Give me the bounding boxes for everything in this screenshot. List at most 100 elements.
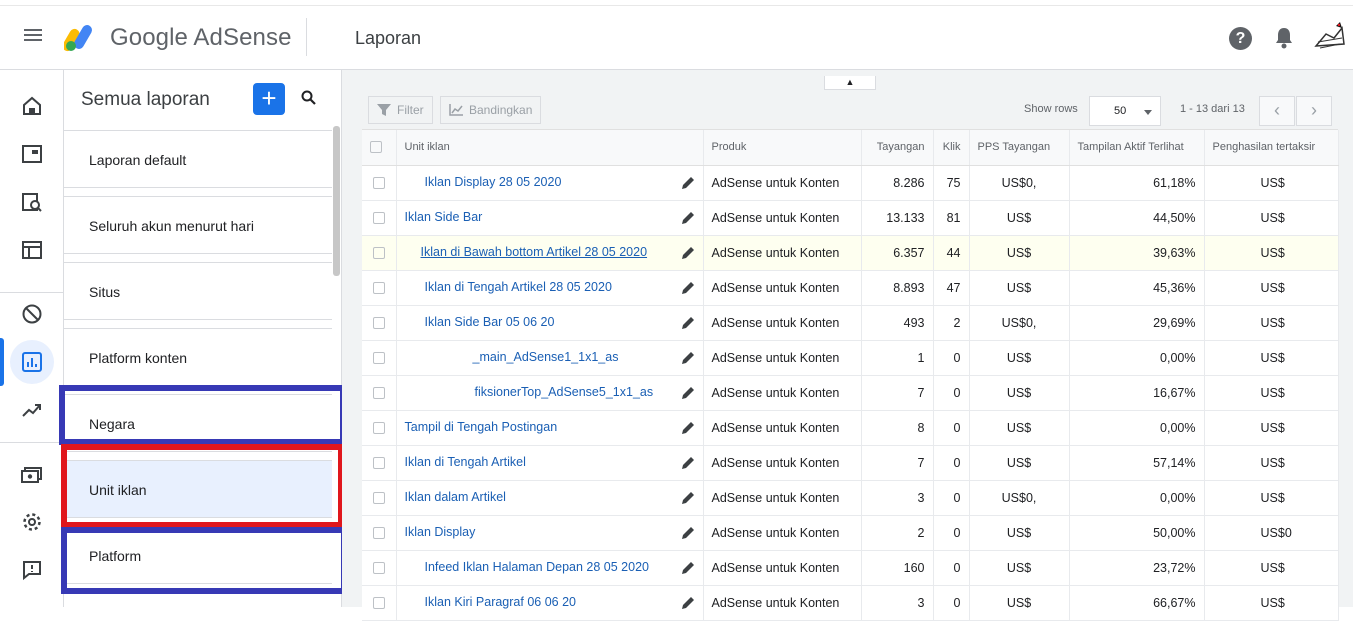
ad-unit-link[interactable]: _main_AdSense1_1x1_as: [405, 350, 619, 364]
ad-unit-link[interactable]: Iklan di Bawah bottom Artikel 28 05 2020: [405, 245, 648, 259]
next-page-button[interactable]: ›: [1296, 96, 1332, 126]
ad-unit-link[interactable]: Infeed Iklan Halaman Depan 28 05 2020: [405, 560, 649, 574]
blocking-icon[interactable]: [8, 293, 56, 335]
pencil-icon[interactable]: [681, 351, 695, 365]
column-header-clicks[interactable]: Klik: [933, 130, 970, 166]
report-item[interactable]: Platform konten: [64, 328, 332, 386]
ad-unit-link[interactable]: Iklan di Tengah Artikel 28 05 2020: [405, 280, 612, 294]
home-icon[interactable]: [8, 85, 56, 127]
ad-review-icon[interactable]: [8, 181, 56, 223]
row-checkbox[interactable]: [362, 235, 397, 271]
ad-unit-link[interactable]: Iklan Side Bar 05 06 20: [405, 315, 555, 329]
rows-per-page-select[interactable]: 50: [1089, 96, 1161, 126]
report-item[interactable]: Situs: [64, 262, 332, 320]
optimization-icon[interactable]: [8, 389, 56, 431]
prev-page-button[interactable]: ‹: [1259, 96, 1295, 126]
ad-unit-cell[interactable]: Iklan di Tengah Artikel 28 05 2020: [396, 270, 704, 306]
row-checkbox[interactable]: [362, 550, 397, 586]
column-header-active-view[interactable]: Tampilan Aktif Terlihat: [1069, 130, 1205, 166]
add-report-button[interactable]: +: [253, 83, 285, 115]
earnings-cell: US$: [1204, 585, 1339, 621]
payments-icon[interactable]: [8, 453, 56, 495]
report-item[interactable]: Laporan default: [64, 130, 332, 188]
collapse-chart-button[interactable]: ▲: [824, 76, 876, 90]
reports-scrollbar[interactable]: [333, 126, 340, 276]
product-cell: AdSense untuk Konten: [703, 585, 862, 621]
column-header-rpm[interactable]: PPS Tayangan: [969, 130, 1070, 166]
avatar[interactable]: [1312, 20, 1346, 54]
pencil-icon[interactable]: [681, 561, 695, 575]
top-strip: [0, 0, 1353, 6]
pencil-icon[interactable]: [681, 316, 695, 330]
rpm-cell: US$: [969, 585, 1070, 621]
filter-button[interactable]: Filter: [368, 96, 433, 124]
ads-icon[interactable]: [8, 229, 56, 271]
ad-unit-link[interactable]: Tampil di Tengah Postingan: [405, 420, 558, 434]
row-checkbox[interactable]: [362, 200, 397, 236]
ad-unit-link[interactable]: Iklan di Tengah Artikel: [405, 455, 526, 469]
row-checkbox[interactable]: [362, 305, 397, 341]
row-checkbox[interactable]: [362, 340, 397, 376]
clicks-cell: 47: [933, 270, 970, 306]
ad-unit-cell[interactable]: Iklan dalam Artikel: [396, 480, 704, 516]
ad-unit-cell[interactable]: _main_AdSense1_1x1_as: [396, 340, 704, 376]
column-header-impressions[interactable]: Tayangan: [861, 130, 934, 166]
ad-unit-link[interactable]: Iklan dalam Artikel: [405, 490, 506, 504]
help-icon[interactable]: ?: [1229, 27, 1252, 50]
pencil-icon[interactable]: [681, 386, 695, 400]
ad-unit-link[interactable]: Iklan Side Bar: [405, 210, 483, 224]
clicks-cell: 0: [933, 410, 970, 446]
row-checkbox[interactable]: [362, 480, 397, 516]
compare-button[interactable]: Bandingkan: [440, 96, 542, 124]
pencil-icon[interactable]: [681, 491, 695, 505]
pencil-icon[interactable]: [681, 596, 695, 610]
compare-icon: [449, 104, 463, 116]
ad-unit-cell[interactable]: Iklan Side Bar 05 06 20: [396, 305, 704, 341]
pencil-icon[interactable]: [681, 456, 695, 470]
sites-icon[interactable]: [8, 133, 56, 175]
reports-icon[interactable]: [10, 340, 54, 384]
ad-unit-cell[interactable]: Tampil di Tengah Postingan: [396, 410, 704, 446]
pencil-icon[interactable]: [681, 526, 695, 540]
select-all-checkbox[interactable]: [362, 130, 397, 166]
row-checkbox[interactable]: [362, 585, 397, 621]
row-checkbox[interactable]: [362, 165, 397, 201]
menu-icon[interactable]: [20, 26, 46, 46]
ad-unit-link[interactable]: fiksionerTop_AdSense5_1x1_as: [405, 385, 654, 399]
table-row: Iklan Side Bar AdSense untuk Konten 13.133…: [362, 200, 1339, 236]
ad-unit-cell[interactable]: Infeed Iklan Halaman Depan 28 05 2020: [396, 550, 704, 586]
pencil-icon[interactable]: [681, 211, 695, 225]
row-checkbox[interactable]: [362, 410, 397, 446]
pencil-icon[interactable]: [681, 421, 695, 435]
pencil-icon[interactable]: [681, 246, 695, 260]
ad-unit-cell[interactable]: fiksionerTop_AdSense5_1x1_as: [396, 375, 704, 411]
gear-icon[interactable]: [8, 501, 56, 543]
row-checkbox[interactable]: [362, 375, 397, 411]
row-checkbox[interactable]: [362, 270, 397, 306]
feedback-icon[interactable]: [8, 549, 56, 591]
ad-unit-cell[interactable]: Iklan Display: [396, 515, 704, 551]
report-item[interactable]: Seluruh akun menurut hari: [64, 196, 332, 254]
row-checkbox[interactable]: [362, 445, 397, 481]
ad-unit-cell[interactable]: Iklan di Bawah bottom Artikel 28 05 2020: [396, 235, 704, 271]
pencil-icon[interactable]: [681, 281, 695, 295]
column-header-product[interactable]: Produk: [703, 130, 862, 166]
ad-unit-cell[interactable]: Iklan Kiri Paragraf 06 06 20: [396, 585, 704, 621]
ad-unit-link[interactable]: Iklan Display: [405, 525, 476, 539]
active-view-cell: 44,50%: [1069, 200, 1205, 236]
clicks-cell: 2: [933, 305, 970, 341]
search-icon[interactable]: [300, 89, 318, 107]
ad-unit-cell[interactable]: Iklan di Tengah Artikel: [396, 445, 704, 481]
table-row: Tampil di Tengah Postingan AdSense untuk …: [362, 410, 1339, 446]
clicks-cell: 0: [933, 515, 970, 551]
ad-unit-link[interactable]: Iklan Display 28 05 2020: [405, 175, 562, 189]
product-cell: AdSense untuk Konten: [703, 410, 862, 446]
ad-unit-cell[interactable]: Iklan Display 28 05 2020: [396, 165, 704, 201]
pencil-icon[interactable]: [681, 176, 695, 190]
table-row: _main_AdSense1_1x1_as AdSense untuk Konte…: [362, 340, 1339, 376]
row-checkbox[interactable]: [362, 515, 397, 551]
bell-icon[interactable]: [1273, 26, 1295, 50]
ad-unit-cell[interactable]: Iklan Side Bar: [396, 200, 704, 236]
column-header-earnings[interactable]: Penghasilan tertaksir: [1204, 130, 1339, 166]
column-header-unit[interactable]: Unit iklan: [396, 130, 704, 166]
